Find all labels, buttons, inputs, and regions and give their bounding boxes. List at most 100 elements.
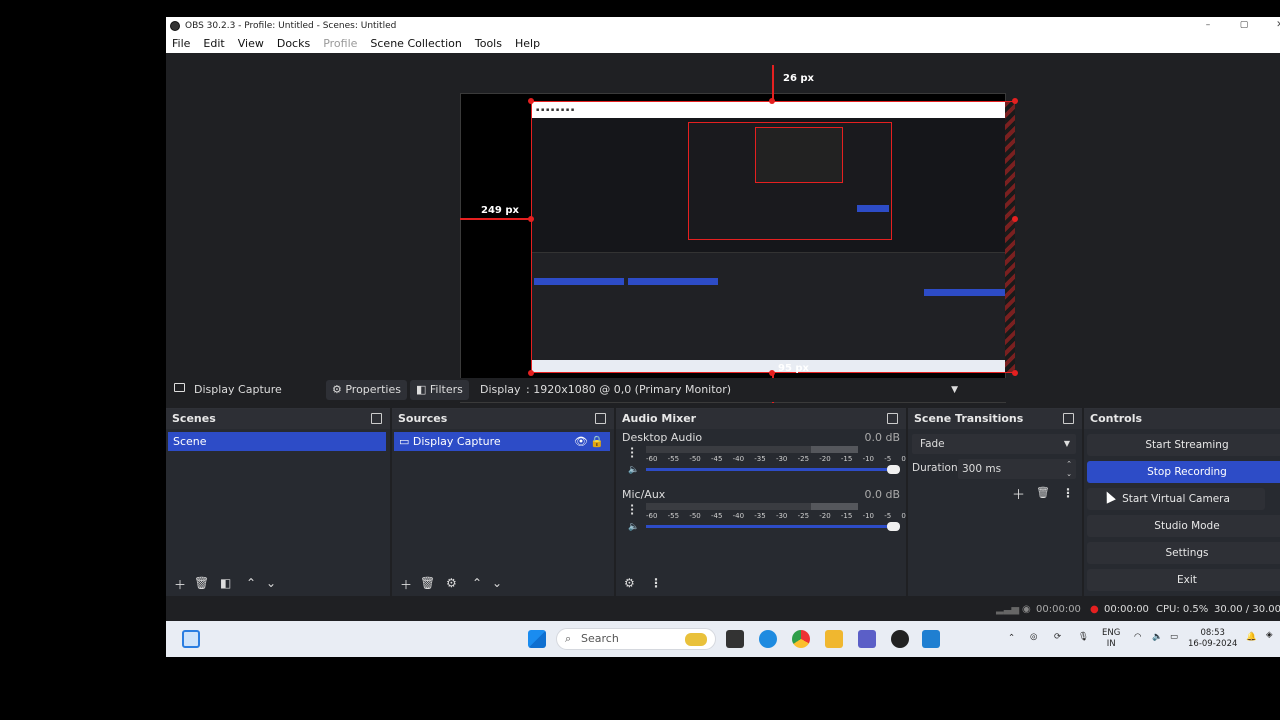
source-properties-button[interactable]: ⚙ (446, 576, 457, 590)
slider-handle[interactable] (887, 465, 900, 474)
copilot-icon[interactable]: ◈ (1266, 630, 1273, 641)
security-icon[interactable]: ◎ (1030, 632, 1037, 643)
meter-tick-label: -40 (732, 455, 745, 463)
add-transition-button[interactable]: ＋ (1012, 484, 1025, 503)
volume-slider[interactable] (646, 465, 900, 474)
channel-menu-icon[interactable]: · · · (630, 443, 634, 462)
handle-bottom[interactable] (769, 370, 775, 376)
handle-top-left[interactable] (528, 98, 534, 104)
widgets-icon[interactable] (182, 630, 200, 648)
spinner-icon[interactable]: ⌃ ⌄ (1066, 459, 1072, 479)
sources-header: Sources (392, 409, 614, 429)
gear-icon[interactable]: ⚙ (624, 576, 635, 590)
handle-right[interactable] (1012, 216, 1018, 222)
stream-time: 00:00:00 (1036, 604, 1081, 615)
source-toolbar: Display Capture ⚙ Properties ◧ Filters D… (166, 378, 1280, 402)
obs-taskbar-icon[interactable] (891, 630, 909, 648)
menu-file[interactable]: File (172, 37, 190, 50)
menu-tools[interactable]: Tools (475, 37, 502, 50)
chrome-icon[interactable] (792, 630, 810, 648)
display-label: Display (480, 383, 521, 396)
taskbar-search[interactable]: ⌕ Search (556, 628, 716, 650)
language-indicator[interactable]: ENG IN (1102, 628, 1120, 650)
move-down-button[interactable]: ⌄ (266, 576, 276, 590)
chevron-up-icon[interactable]: ⌃ (1008, 633, 1015, 644)
transition-menu-icon[interactable]: ⋮ (1062, 486, 1074, 500)
menu-help[interactable]: Help (515, 37, 540, 50)
maximize-button[interactable]: ▢ (1226, 17, 1262, 34)
properties-button[interactable]: ⚙ Properties (326, 380, 407, 400)
duration-input[interactable]: 300 ms ⌃ ⌄ (958, 459, 1076, 479)
filters-button[interactable]: ◧ Filters (410, 380, 469, 400)
menu-scene-collection[interactable]: Scene Collection (370, 37, 461, 50)
remove-scene-button[interactable]: 🗑 (194, 576, 209, 590)
meter-tick-label: 0 (901, 455, 906, 463)
channel-menu-icon[interactable]: · · · (630, 500, 634, 519)
preview-area[interactable]: ▪ ▪ ▪ ▪ ▪ ▪ ▪ ▪ 26 px 249 px 95 px (166, 53, 1280, 403)
move-up-button[interactable]: ⌃ (246, 576, 256, 590)
captured-scene-bar (534, 278, 624, 285)
channel-name: Mic/Aux (622, 488, 666, 501)
close-button[interactable]: ✕ (1262, 17, 1280, 34)
obs-logo-icon (170, 20, 180, 31)
source-item[interactable]: ▭ Display Capture 👁 🔒 (394, 432, 610, 451)
edge-icon[interactable] (759, 630, 777, 648)
move-up-button[interactable]: ⌃ (472, 576, 482, 590)
sync-icon[interactable]: ⟳ (1054, 632, 1061, 643)
speaker-icon[interactable]: 🔈 (628, 522, 639, 532)
add-scene-button[interactable]: ＋ (174, 576, 186, 593)
meter-tick-label: -55 (667, 455, 680, 463)
wifi-icon[interactable]: ◠ (1134, 632, 1141, 643)
guide-left (460, 218, 531, 220)
handle-bottom-right[interactable] (1012, 370, 1018, 376)
vscode-icon[interactable] (922, 630, 940, 648)
handle-top-right[interactable] (1012, 98, 1018, 104)
undock-icon[interactable] (595, 413, 606, 424)
handle-top[interactable] (769, 98, 775, 104)
slider-handle[interactable] (887, 522, 900, 531)
scene-item[interactable]: Scene (168, 432, 386, 451)
minimize-button[interactable]: – (1190, 17, 1226, 34)
scenes-footer: ＋ 🗑 ◧ ⌃ ⌄ (166, 572, 390, 596)
notification-bell-icon[interactable]: 🔔 (1246, 632, 1257, 643)
exit-button[interactable]: Exit (1087, 569, 1280, 591)
handle-left[interactable] (528, 216, 534, 222)
start-streaming-button[interactable]: Start Streaming (1087, 434, 1280, 456)
handle-bottom-left[interactable] (528, 370, 534, 376)
undock-icon[interactable] (1063, 413, 1074, 424)
add-source-button[interactable]: ＋ (400, 576, 412, 593)
display-select[interactable]: : 1920x1080 @ 0,0 (Primary Monitor) ▼ (522, 380, 964, 400)
settings-button[interactable]: Settings (1087, 542, 1280, 564)
terminal-icon[interactable] (726, 630, 744, 648)
remove-transition-button[interactable]: 🗑 (1036, 486, 1050, 499)
volume-slider[interactable] (646, 522, 900, 531)
channel-name: Desktop Audio (622, 431, 703, 444)
move-down-button[interactable]: ⌄ (492, 576, 502, 590)
scenes-dock: Scenes Scene ＋ 🗑 ◧ ⌃ ⌄ (166, 408, 390, 596)
lock-icon[interactable]: 🔒 (590, 432, 604, 451)
teams-icon[interactable] (858, 630, 876, 648)
menu-profile[interactable]: Profile (323, 37, 357, 50)
studio-mode-button[interactable]: Studio Mode (1087, 515, 1280, 537)
scene-filters-button[interactable]: ◧ (220, 576, 231, 590)
file-explorer-icon[interactable] (825, 630, 843, 648)
microphone-icon[interactable]: 🎙 (1078, 632, 1089, 643)
menu-docks[interactable]: Docks (277, 37, 310, 50)
speaker-icon[interactable]: 🔈 (628, 465, 639, 475)
undock-icon[interactable] (887, 413, 898, 424)
mixer-menu-icon[interactable]: ⋮ (650, 576, 662, 590)
visibility-eye-icon[interactable]: 👁 (574, 432, 588, 451)
cpu-usage: CPU: 0.5% (1156, 604, 1209, 615)
undock-icon[interactable] (371, 413, 382, 424)
windows-start-icon[interactable] (528, 630, 546, 648)
display-capture-preview[interactable]: ▪ ▪ ▪ ▪ ▪ ▪ ▪ ▪ (531, 101, 1015, 373)
transition-select[interactable]: Fade ▼ (912, 434, 1076, 454)
clock[interactable]: 08:53 16-09-2024 (1188, 628, 1237, 650)
remove-source-button[interactable]: 🗑 (420, 576, 435, 590)
volume-icon[interactable]: 🔈 (1152, 632, 1163, 643)
battery-icon[interactable]: ▭ (1170, 632, 1178, 643)
menu-view[interactable]: View (238, 37, 264, 50)
stop-recording-button[interactable]: Stop Recording (1087, 461, 1280, 483)
filter-icon: ◧ (416, 383, 430, 396)
menu-edit[interactable]: Edit (203, 37, 224, 50)
